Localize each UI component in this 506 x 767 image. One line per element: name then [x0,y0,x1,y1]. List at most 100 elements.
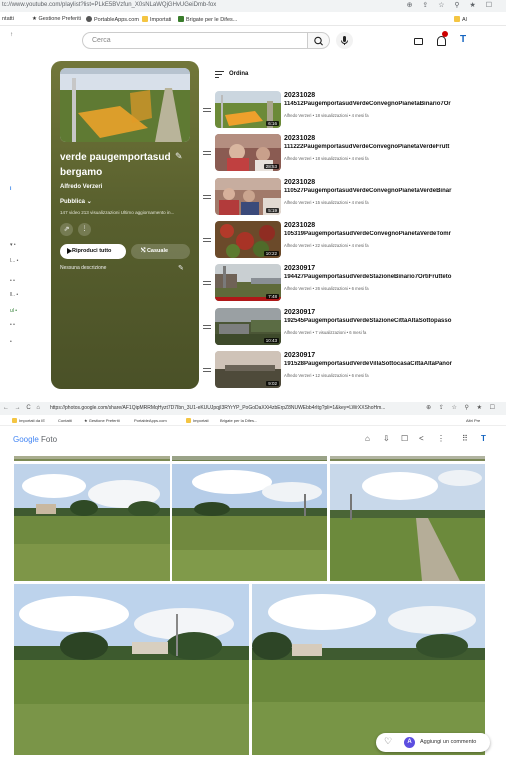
google-photos-logo[interactable]: Google Foto [13,435,57,444]
more-vert-icon[interactable]: ⋮ [437,434,445,443]
bookmark-portableapps[interactable]: PortableApps.com [86,16,139,23]
playlist-owner[interactable]: Alfredo Verzeri [60,184,102,190]
guide-mark[interactable]: l... • [10,258,18,264]
edit-title-pencil-icon[interactable]: ✎ [175,151,183,162]
video-title-date[interactable]: 20231028 [284,135,315,142]
gp-address-bar[interactable]: ← → C ⌂ https://photos.google.com/share/… [0,402,506,415]
account-avatar[interactable]: T [460,34,466,45]
video-title-date[interactable]: 20230917 [284,265,315,272]
photo-tile[interactable] [172,452,327,461]
photo-tile[interactable] [14,452,170,461]
guide-mark[interactable]: ul • [10,308,17,314]
video-thumbnail[interactable]: 10:22 [215,221,281,258]
video-title[interactable]: 110527PaugemportasudVerdeConvegnoPianeta… [284,188,459,194]
account-avatar[interactable]: T [481,434,486,443]
video-thumbnail[interactable]: 6:16 [215,91,281,128]
photo-tile[interactable] [14,464,170,581]
notifications-bell-icon[interactable] [437,36,446,46]
bookmark-portableapps[interactable]: PortableApps.com [134,418,167,423]
video-title[interactable]: 111222PaugemportasudVerdeConvegnoPianeta… [284,144,459,150]
guide-mark[interactable]: i [10,186,11,192]
drag-handle-icon[interactable] [203,368,211,374]
photo-tile[interactable] [330,464,485,581]
video-title-date[interactable]: 20231028 [284,179,315,186]
add-to-album-icon[interactable]: ☐ [401,434,408,443]
add-comment-button[interactable]: Aggiungi un commento [420,739,476,745]
video-meta: Alfredo Verzeri • 7 visualizzazioni • 6 … [284,330,367,335]
guide-mark[interactable]: ll.. • [10,292,18,298]
gp-bookmarks-bar: Importati da IE Contatti ★ Gestione Pref… [0,415,506,426]
video-thumbnail[interactable]: 9:02 [215,351,281,388]
playlist-video-row[interactable]: 7:48 20230917 194427PaugemportasudVerdeS… [201,264,481,304]
video-thumbnail[interactable]: 5:19 [215,178,281,215]
video-title[interactable]: 194427PaugemportasudVerdeStazioneBinario… [284,274,459,280]
apps-grid-icon[interactable]: ⠿ [462,434,468,443]
guide-mark[interactable]: • [10,339,12,345]
playlist-video-row[interactable]: 28:53 20231028 111222PaugemportasudVerde… [201,134,481,174]
drag-handle-icon[interactable] [203,151,211,157]
slideshow-icon[interactable]: ⌂ [365,434,370,443]
bookmark-brigate[interactable]: Brigate per le Difes... [178,16,237,23]
bookmark-importati-ie[interactable]: Importati da IE [12,418,45,423]
playlist-video-row[interactable]: 10:43 20230917 192545PaugemportasudVerde… [201,308,481,348]
video-meta: Alfredo Verzeri • 18 visualizzazioni • 4… [284,113,369,118]
create-video-icon[interactable] [414,38,423,45]
visibility-dropdown[interactable]: Pubblica ⌄ [60,198,92,205]
comment-bar[interactable]: ♡ A Aggiungi un commento [376,733,490,752]
video-title[interactable]: 114512PaugemportasudVerdeConvegnoPianeta… [284,101,459,107]
video-thumbnail[interactable]: 10:43 [215,308,281,345]
photo-tile[interactable] [172,464,327,581]
share-icon[interactable]: < [419,434,424,443]
nav-buttons[interactable]: ← → C ⌂ [3,405,42,411]
video-title[interactable]: 105319PaugemportasudVerdeConvegnoPianeta… [284,231,459,237]
download-icon[interactable]: ⇩ [383,434,390,443]
bookmark-more[interactable]: Al [454,16,467,23]
video-title[interactable]: 192545PaugemportasudVerdeStazioneCittàAl… [284,318,459,324]
browser-controls[interactable]: ⊕ ⇪ ☆ ⚲ ★ ☐ [426,404,498,411]
guide-mark[interactable]: • • [10,322,15,328]
heart-icon[interactable]: ♡ [384,736,392,747]
photo-tile[interactable] [330,452,485,461]
voice-search-button[interactable] [336,32,353,49]
video-thumbnail[interactable]: 28:53 [215,134,281,171]
bookmark-gestione-preferiti[interactable]: ★ Gestione Preferiti [32,16,81,22]
photo-tile[interactable] [14,584,249,755]
guide-mark[interactable]: ▾ • [10,242,16,248]
video-title-date[interactable]: 20230917 [284,352,315,359]
sort-button[interactable]: Ordina [229,71,248,77]
bookmark-importati[interactable]: Importati [142,16,171,23]
playlist-thumbnail[interactable] [60,68,190,142]
bookmark-importati[interactable]: Importati [186,418,209,423]
drag-handle-icon[interactable] [203,108,211,114]
share-button[interactable]: ⇗ [60,223,73,236]
sort-icon[interactable] [215,71,224,78]
search-input[interactable]: Cerca [82,32,308,49]
photo-tile[interactable] [252,584,485,755]
playlist-video-row[interactable]: 10:22 20231028 105319PaugemportasudVerde… [201,221,481,261]
yt-address-bar[interactable]: tc://www.youtube.com/playlist?list=PLkE5… [0,0,506,12]
video-title-date[interactable]: 20231028 [284,222,315,229]
more-actions-button[interactable]: ⋮ [78,223,91,236]
bookmark-contatti[interactable]: Contatti [58,418,72,423]
video-title[interactable]: 191528PaugemportasudVerdeVillaSottocasaC… [284,361,459,367]
video-title-date[interactable]: 20231028 [284,92,315,99]
shuffle-button[interactable]: ⤭ Casuale [131,244,190,259]
drag-handle-icon[interactable] [203,238,211,244]
browser-controls[interactable]: ⊕ ⇪ ☆ ⚲ ★ ☐ [407,1,496,9]
playlist-video-row[interactable]: 5:19 20231028 110527PaugemportasudVerdeC… [201,178,481,218]
playlist-video-row[interactable]: 6:16 20231028 114512PaugemportasudVerdeC… [201,91,481,131]
drag-handle-icon[interactable] [203,195,211,201]
bookmark-contatti[interactable]: ntatti [2,16,14,22]
playlist-video-row[interactable]: 9:02 20230917 191528PaugemportasudVerdeV… [201,351,481,391]
edit-description-pencil-icon[interactable]: ✎ [178,264,184,272]
drag-handle-icon[interactable] [203,325,211,331]
bookmark-more[interactable]: Altri Pre [466,418,480,423]
video-meta: Alfredo Verzeri • 26 visualizzazioni • 6… [284,286,369,291]
bookmark-gestione-preferiti[interactable]: ★ Gestione Preferiti [84,418,120,423]
bookmark-brigate[interactable]: Brigate per la Difes... [220,418,257,423]
guide-mark[interactable]: • • [10,278,15,284]
search-button[interactable] [308,32,330,49]
video-thumbnail[interactable]: 7:48 [215,264,281,301]
video-title-date[interactable]: 20230917 [284,309,315,316]
drag-handle-icon[interactable] [203,281,211,287]
